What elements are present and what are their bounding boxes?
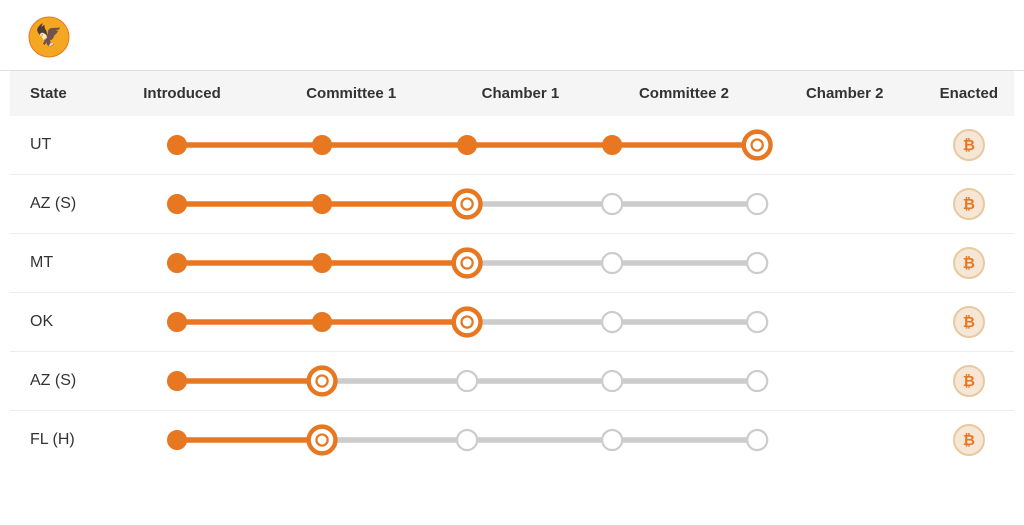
logo-area: 🦅: [28, 16, 80, 58]
btc-icon: ₿: [953, 247, 985, 279]
table-row: AZ (S) ₿: [10, 352, 1014, 411]
enacted-cell: ₿: [924, 352, 1014, 411]
progress-cell: [100, 411, 923, 470]
col-enacted: Enacted: [924, 71, 1014, 116]
col-committee1: Committee 1: [264, 71, 439, 116]
btc-icon: ₿: [953, 129, 985, 161]
col-committee2: Committee 2: [602, 71, 766, 116]
progress-cell: [100, 116, 923, 175]
col-chamber1: Chamber 1: [439, 71, 603, 116]
btc-icon: ₿: [953, 424, 985, 456]
logo-icon: 🦅: [28, 16, 70, 58]
table-row: FL (H) ₿: [10, 411, 1014, 470]
enacted-cell: ₿: [924, 411, 1014, 470]
table-row: OK ₿: [10, 293, 1014, 352]
state-cell: OK: [10, 293, 100, 352]
svg-text:🦅: 🦅: [35, 22, 62, 48]
state-cell: AZ (S): [10, 352, 100, 411]
table-header: State Introduced Committee 1 Chamber 1 C…: [10, 71, 1014, 116]
main-table: State Introduced Committee 1 Chamber 1 C…: [10, 71, 1014, 469]
col-state: State: [10, 71, 100, 116]
progress-cell: [100, 234, 923, 293]
table-row: UT ₿: [10, 116, 1014, 175]
btc-icon: ₿: [953, 365, 985, 397]
page: 🦅 State Introduced Committee 1 Chamber 1: [0, 0, 1024, 525]
col-introduced: Introduced: [100, 71, 264, 116]
table-body: UT ₿ AZ (S) ₿ MT ₿ OK ₿ AZ (S) ₿ FL (H) …: [10, 116, 1014, 469]
progress-cell: [100, 175, 923, 234]
enacted-cell: ₿: [924, 175, 1014, 234]
state-cell: UT: [10, 116, 100, 175]
enacted-cell: ₿: [924, 234, 1014, 293]
state-cell: AZ (S): [10, 175, 100, 234]
header-title: [992, 24, 996, 50]
header: 🦅: [0, 0, 1024, 71]
state-cell: MT: [10, 234, 100, 293]
progress-cell: [100, 352, 923, 411]
progress-cell: [100, 293, 923, 352]
btc-icon: ₿: [953, 188, 985, 220]
btc-icon: ₿: [953, 306, 985, 338]
state-cell: FL (H): [10, 411, 100, 470]
table-row: MT ₿: [10, 234, 1014, 293]
enacted-cell: ₿: [924, 116, 1014, 175]
enacted-cell: ₿: [924, 293, 1014, 352]
table-row: AZ (S) ₿: [10, 175, 1014, 234]
table-container: State Introduced Committee 1 Chamber 1 C…: [0, 71, 1024, 525]
col-chamber2: Chamber 2: [766, 71, 924, 116]
